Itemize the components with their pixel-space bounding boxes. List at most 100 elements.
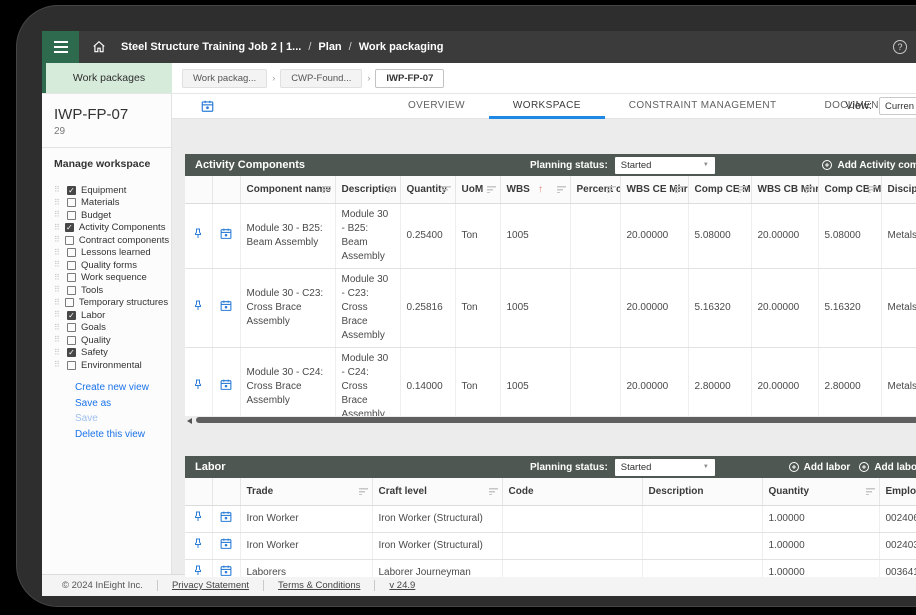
delete-this-view-link[interactable]: Delete this view [75,429,161,440]
filter-icon[interactable] [675,186,684,193]
pin-icon[interactable] [185,203,212,268]
checkbox[interactable]: ✓ [67,186,76,195]
table-row[interactable]: Module 30 - C23: Cross Brace AssemblyMod… [185,268,916,347]
calendar-icon[interactable] [212,505,240,532]
pin-icon[interactable] [185,505,212,532]
drag-handle-icon[interactable]: ⠿ [54,361,62,369]
column-header-quantity[interactable]: Quantity [400,176,455,203]
workspace-item-activity-components[interactable]: ⠿✓Activity Components [54,222,161,234]
drag-handle-icon[interactable]: ⠿ [54,199,62,207]
checkbox[interactable] [67,261,76,270]
column-header-component-name[interactable]: Component name [240,176,335,203]
checkbox[interactable] [67,361,76,370]
drag-handle-icon[interactable]: ⠿ [54,324,62,332]
column-header-wbs-ce-mhr[interactable]: WBS CE Mhr [620,176,688,203]
calendar-icon[interactable] [212,559,240,577]
column-header-discipline[interactable]: Discipline [881,176,916,203]
drag-handle-icon[interactable]: ⠿ [54,186,62,194]
home-icon[interactable] [92,40,106,54]
column-header-comp-cb-mh[interactable]: Comp CB Mh [818,176,881,203]
pin-icon[interactable] [185,532,212,559]
filter-icon[interactable] [487,186,496,193]
table-row[interactable]: LaborersLaborer Journeyman1.000000036411… [185,559,916,577]
column-header-description[interactable]: Description [642,478,762,505]
checkbox[interactable]: ✓ [67,348,76,357]
help-icon[interactable]: ? [893,40,907,54]
drag-handle-icon[interactable]: ⠿ [54,299,60,307]
calendar-icon[interactable] [212,268,240,347]
workspace-item-contract-components[interactable]: ⠿Contract components [54,234,161,246]
view-dropdown[interactable]: Curren [879,97,916,115]
column-header-code[interactable]: Code [502,478,642,505]
column-header-comp-ce-mh[interactable]: Comp CE Mh [688,176,751,203]
workspace-item-quality[interactable]: ⠿Quality [54,334,161,346]
column-header-trade[interactable]: Trade [240,478,372,505]
drag-handle-icon[interactable]: ⠿ [54,224,60,232]
column-header-wbs-cb-mhr[interactable]: WBS CB Mhr [751,176,818,203]
chip-iwp-active[interactable]: IWP-FP-07 [375,69,444,88]
horizontal-scrollbar[interactable] [185,416,916,424]
terms-conditions-link[interactable]: Terms & Conditions [263,580,360,591]
column-header-uom[interactable]: UoM [455,176,500,203]
pin-icon[interactable] [185,268,212,347]
hamburger-menu-icon[interactable] [42,31,79,63]
filter-icon[interactable] [738,186,747,193]
workspace-item-lessons-learned[interactable]: ⠿Lessons learned [54,247,161,259]
filter-icon[interactable] [607,186,616,193]
drag-handle-icon[interactable]: ⠿ [54,336,62,344]
add-labor-from-button[interactable]: Add labor fr [858,461,916,473]
create-new-view-link[interactable]: Create new view [75,382,161,393]
save-as-link[interactable]: Save as [75,398,161,409]
table-row[interactable]: Iron WorkerIron Worker (Structural)1.000… [185,505,916,532]
add-labor-button[interactable]: Add labor [788,461,851,473]
filter-icon[interactable] [442,186,451,193]
chip-cwp[interactable]: CWP-Found... [280,69,362,88]
workspace-item-safety[interactable]: ⠿✓Safety [54,347,161,359]
checkbox[interactable] [67,286,76,295]
table-row[interactable]: Iron WorkerIron Worker (Structural)1.000… [185,532,916,559]
privacy-statement-link[interactable]: Privacy Statement [157,580,249,591]
workspace-item-goals[interactable]: ⠿Goals [54,322,161,334]
breadcrumb-page[interactable]: Work packaging [359,41,444,53]
drag-handle-icon[interactable]: ⠿ [54,236,60,244]
version-link[interactable]: v 24.9 [374,580,415,591]
scrollbar-thumb[interactable] [196,417,916,423]
table-row[interactable]: Module 30 - C24: Cross Brace AssemblyMod… [185,347,916,416]
drag-handle-icon[interactable]: ⠿ [54,261,62,269]
workspace-item-work-sequence[interactable]: ⠿Work sequence [54,272,161,284]
workspace-item-labor[interactable]: ⠿✓Labor [54,309,161,321]
drag-handle-icon[interactable]: ⠿ [54,249,62,257]
column-header-percent-c[interactable]: Percent c [570,176,620,203]
filter-icon[interactable] [557,186,566,193]
checkbox[interactable] [67,198,76,207]
drag-handle-icon[interactable]: ⠿ [54,274,62,282]
filter-icon[interactable] [489,488,498,495]
planning-status-dropdown[interactable]: Started ▼ [615,459,715,476]
workspace-item-temporary-structures[interactable]: ⠿Temporary structures [54,297,161,309]
drag-handle-icon[interactable]: ⠿ [54,349,62,357]
checkbox[interactable] [67,323,76,332]
breadcrumb-plan[interactable]: Plan [318,41,341,53]
workspace-item-tools[interactable]: ⠿Tools [54,284,161,296]
breadcrumb-project[interactable]: Steel Structure Training Job 2 | 1... [121,41,301,53]
calendar-icon[interactable] [212,347,240,416]
calendar-icon[interactable] [212,203,240,268]
drag-handle-icon[interactable]: ⠿ [54,211,62,219]
tab-constraint-management[interactable]: CONSTRAINT MANAGEMENT [605,94,801,119]
filter-icon[interactable] [359,488,368,495]
checkbox[interactable] [67,211,76,220]
calendar-icon[interactable] [200,99,215,118]
column-header-description[interactable]: Description [335,176,400,203]
column-header-wbs[interactable]: WBS↑ [500,176,570,203]
column-header-craft-level[interactable]: Craft level [372,478,502,505]
calendar-icon[interactable] [212,532,240,559]
workspace-item-budget[interactable]: ⠿Budget [54,209,161,221]
workspace-item-equipment[interactable]: ⠿✓Equipment [54,184,161,196]
pin-icon[interactable] [185,347,212,416]
work-packages-tab[interactable]: Work packages [42,63,172,93]
workspace-item-materials[interactable]: ⠿Materials [54,197,161,209]
checkbox[interactable] [65,236,74,245]
workspace-item-environmental[interactable]: ⠿Environmental [54,359,161,371]
checkbox[interactable] [67,336,76,345]
workspace-item-quality-forms[interactable]: ⠿Quality forms [54,259,161,271]
